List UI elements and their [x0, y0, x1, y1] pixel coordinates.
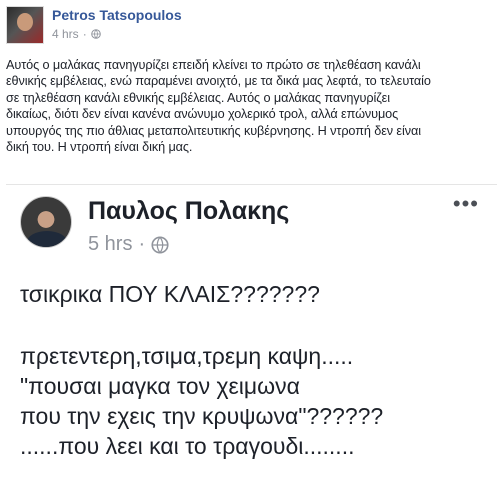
shared-author-name: Παυλος Πολακης — [88, 197, 290, 225]
shared-body-line: που την εχεις την κρυψωνα"?????? — [20, 403, 384, 429]
facebook-post: Petros Tatsopoulos 4 hrs · Αυτός ο μαλάκ… — [0, 0, 503, 483]
shared-author-avatar — [20, 196, 72, 248]
author-name[interactable]: Petros Tatsopoulos — [52, 7, 182, 23]
post-body: Αυτός ο μαλάκας πανηγυρίζει επειδή κλείν… — [6, 57, 496, 155]
shared-body-line: τσικρικα ΠΟΥ ΚΛΑΙΣ??????? — [20, 281, 320, 307]
post-body-line: Αυτός ο μαλάκας πανηγυρίζει επειδή κλείν… — [6, 58, 421, 72]
shared-body-line: "πουσαι μαγκα τον χειμωνα — [20, 373, 300, 399]
shared-post-meta: 5 hrs · — [88, 233, 169, 256]
post-body-line: δικαίως, διότι δεν είναι κανένα ανώνυμο … — [6, 107, 399, 122]
post-body-line: υπουργός της πιο άθλιας μεταπολιτευτικής… — [6, 123, 421, 138]
post-body-line: δική του. Η ντροπή είναι δική μας. — [6, 140, 193, 155]
post-timestamp[interactable]: 4 hrs — [52, 27, 79, 41]
globe-icon — [151, 235, 169, 254]
author-avatar[interactable] — [6, 6, 44, 44]
globe-icon — [90, 29, 101, 39]
post-body-line: εθνικής εμβέλειας, ενώ παραμένει ανοιχτό… — [6, 74, 431, 89]
shared-body-line: ......που λεει και το τραγουδι........ — [20, 433, 355, 459]
post-meta: 4 hrs · — [52, 27, 101, 41]
shared-post-body: τσικρικα ΠΟΥ ΚΛΑΙΣ??????? πρετεντερη,τσι… — [20, 279, 490, 461]
shared-screenshot[interactable]: Παυλος Πολακης 5 hrs · ••• τσικρικα ΠΟΥ … — [6, 184, 497, 478]
more-options-icon: ••• — [452, 191, 479, 216]
shared-body-line: πρετεντερη,τσιμα,τρεμη καψη..... — [20, 343, 354, 369]
shared-post-timestamp: 5 hrs — [88, 233, 133, 255]
post-body-line: σε τηλεθέαση κανάλι εθνικής εμβέλειας. Α… — [6, 90, 390, 105]
